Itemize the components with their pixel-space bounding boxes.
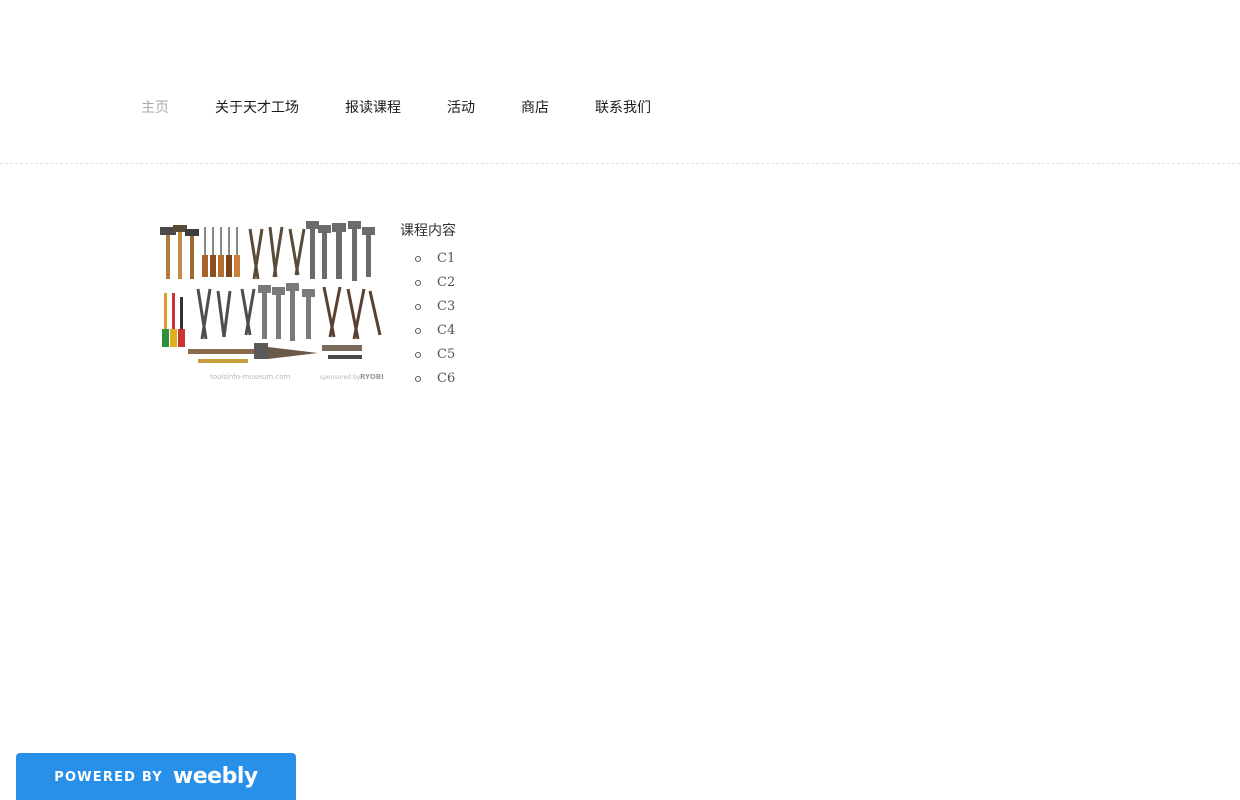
powered-by-label: POWERED BY [54,770,163,785]
section-title: 课程内容 [400,223,456,239]
course-label: C1 [437,251,456,266]
svg-text:sponsored by: sponsored by [320,374,361,381]
circle-bullet-icon [415,304,421,310]
list-item: C4 [415,319,456,343]
nav-item-home[interactable]: 主页 [141,98,169,118]
course-label: C5 [437,347,456,362]
nav-item-about[interactable]: 关于天才工场 [215,98,299,118]
nav-item-contact[interactable]: 联系我们 [595,98,651,118]
page: 主页 关于天才工场 报读课程 活动 商店 联系我们 toolsinfo-muse… [0,0,1240,800]
svg-text:toolsinfo-museum.com: toolsinfo-museum.com [210,373,291,381]
list-item: C5 [415,343,456,367]
circle-bullet-icon [415,376,421,382]
course-label: C3 [437,299,456,314]
nav-item-events[interactable]: 活动 [447,98,475,118]
course-label: C4 [437,323,456,338]
course-label: C2 [437,275,456,290]
list-item: C6 [415,367,456,391]
list-item: C3 [415,295,456,319]
weebly-logo: weebly [172,764,258,789]
site-header: 主页 关于天才工场 报读课程 活动 商店 联系我们 [0,0,1240,164]
nav-item-shop[interactable]: 商店 [521,98,549,118]
powered-by-weebly-badge[interactable]: POWERED BY weebly [16,753,296,800]
circle-bullet-icon [415,328,421,334]
course-list: C1 C2 C3 C4 C5 C6 [400,247,456,391]
list-item: C2 [415,271,456,295]
main-navigation: 主页 关于天才工场 报读课程 活动 商店 联系我们 [141,98,697,118]
course-label: C6 [437,371,456,386]
tools-image: toolsinfo-museum.com sponsored by RYOBI [158,219,390,385]
circle-bullet-icon [415,256,421,262]
course-content-block: 课程内容 C1 C2 C3 C4 C5 C6 [400,221,456,391]
nav-item-courses[interactable]: 报读课程 [345,98,401,118]
list-item: C1 [415,247,456,271]
circle-bullet-icon [415,280,421,286]
svg-text:RYOBI: RYOBI [360,373,384,381]
circle-bullet-icon [415,352,421,358]
